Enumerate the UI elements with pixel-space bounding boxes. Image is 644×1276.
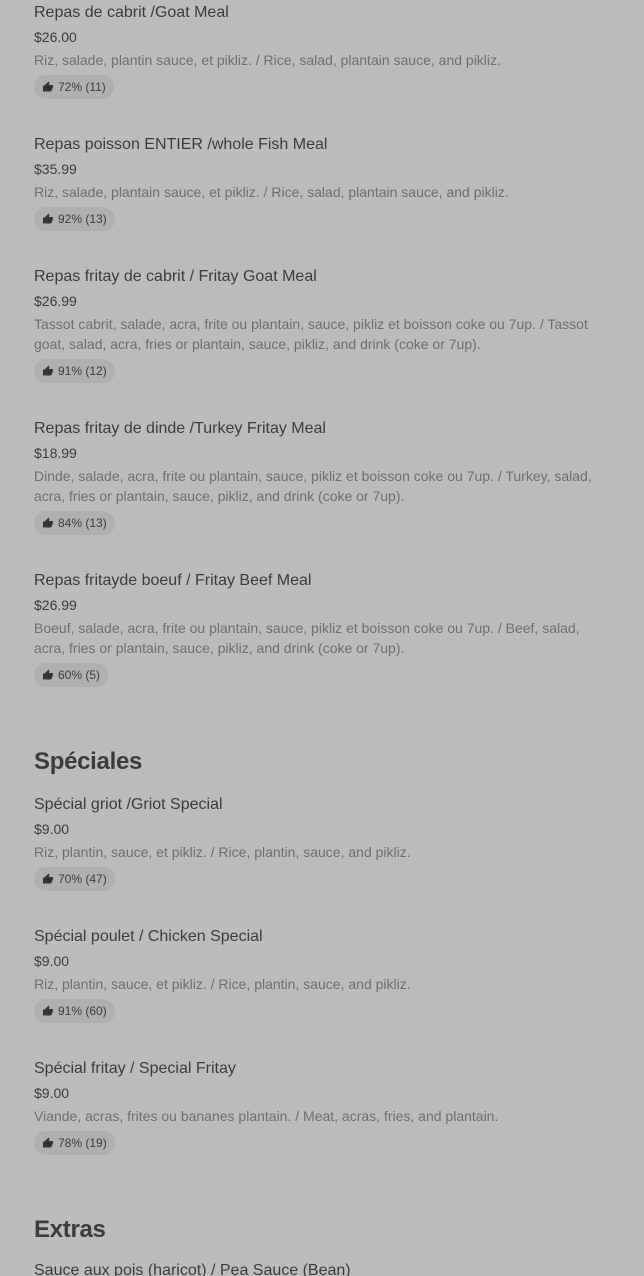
rating-badge: 70% (47) xyxy=(34,867,115,891)
rating-text: 78% (19) xyxy=(58,1136,107,1150)
rating-text: 92% (13) xyxy=(58,212,107,226)
thumbs-up-icon xyxy=(43,1137,53,1148)
menu-item[interactable]: Sauce aux pois (haricot) / Pea Sauce (Be… xyxy=(34,1260,609,1276)
section-title-extras: Extras xyxy=(34,1216,106,1243)
item-description: Boeuf, salade, acra, frite ou plantain, … xyxy=(34,620,580,656)
rating-badge: 92% (13) xyxy=(34,207,115,231)
item-name: Repas fritay de cabrit / Fritay Goat Mea… xyxy=(34,268,317,285)
item-name: Repas de cabrit /Goat Meal xyxy=(34,4,229,21)
item-name: Repas poisson ENTIER /whole Fish Meal xyxy=(34,136,328,153)
item-name: Repas fritay de dinde /Turkey Fritay Mea… xyxy=(34,420,326,437)
rating-badge: 72% (11) xyxy=(34,75,114,99)
item-description: Dinde, salade, acra, frite ou plantain, … xyxy=(34,468,592,504)
item-price: $9.00 xyxy=(34,953,70,969)
menu-item[interactable]: Spécial fritay / Special Fritay $9.00 Vi… xyxy=(34,1058,609,1155)
item-price: $26.99 xyxy=(34,293,77,309)
item-description: Riz, salade, plantin sauce, et pikliz. /… xyxy=(34,52,501,68)
item-description: Riz, salade, plantain sauce, et pikliz. … xyxy=(34,184,509,200)
menu-item[interactable]: Repas fritay de cabrit / Fritay Goat Mea… xyxy=(34,266,609,383)
rating-badge: 91% (60) xyxy=(34,999,115,1023)
item-name: Spécial poulet / Chicken Special xyxy=(34,928,263,945)
menu-item[interactable]: Spécial griot /Griot Special $9.00 Riz, … xyxy=(34,794,609,891)
thumbs-up-icon xyxy=(43,1005,53,1016)
rating-text: 60% (5) xyxy=(58,668,101,682)
item-price: $9.00 xyxy=(34,1085,70,1101)
item-price: $26.99 xyxy=(34,597,77,613)
item-price: $18.99 xyxy=(34,445,77,461)
rating-badge: 78% (19) xyxy=(34,1131,115,1155)
item-name: Spécial griot /Griot Special xyxy=(34,796,223,813)
rating-text: 84% (13) xyxy=(58,516,107,530)
thumbs-up-icon xyxy=(43,213,53,224)
item-price: $35.99 xyxy=(34,161,77,177)
rating-text: 91% (60) xyxy=(58,1004,107,1018)
rating-text: 91% (12) xyxy=(58,364,107,378)
rating-badge: 84% (13) xyxy=(34,511,115,535)
thumbs-up-icon xyxy=(43,81,53,92)
thumbs-up-icon xyxy=(43,669,53,680)
menu-item[interactable]: Repas fritay de dinde /Turkey Fritay Mea… xyxy=(34,418,609,535)
section-title-specials: Spéciales xyxy=(34,748,143,775)
item-description: Tassot cabrit, salade, acra, frite ou pl… xyxy=(34,316,588,352)
rating-badge: 60% (5) xyxy=(34,663,109,687)
item-name: Repas fritayde boeuf / Fritay Beef Meal xyxy=(34,572,312,589)
thumbs-up-icon xyxy=(43,873,53,884)
item-description: Riz, plantin, sauce, et pikliz. / Rice, … xyxy=(34,976,411,992)
menu-item[interactable]: Repas poisson ENTIER /whole Fish Meal $3… xyxy=(34,134,609,231)
rating-text: 70% (47) xyxy=(58,872,107,886)
item-description: Viande, acras, frites ou bananes plantai… xyxy=(34,1108,499,1124)
rating-badge: 91% (12) xyxy=(34,359,115,383)
menu-item[interactable]: Repas de cabrit /Goat Meal $26.00 Riz, s… xyxy=(34,2,609,99)
menu-page: Repas de cabrit /Goat Meal $26.00 Riz, s… xyxy=(0,0,644,1276)
item-name: Sauce aux pois (haricot) / Pea Sauce (Be… xyxy=(34,1262,351,1276)
rating-text: 72% (11) xyxy=(58,80,106,94)
item-description: Riz, plantin, sauce, et pikliz. / Rice, … xyxy=(34,844,411,860)
menu-item[interactable]: Repas fritayde boeuf / Fritay Beef Meal … xyxy=(34,570,609,687)
thumbs-up-icon xyxy=(43,517,53,528)
item-price: $26.00 xyxy=(34,29,77,45)
thumbs-up-icon xyxy=(43,365,53,376)
menu-item[interactable]: Spécial poulet / Chicken Special $9.00 R… xyxy=(34,926,609,1023)
item-price: $9.00 xyxy=(34,821,70,837)
item-name: Spécial fritay / Special Fritay xyxy=(34,1060,236,1077)
